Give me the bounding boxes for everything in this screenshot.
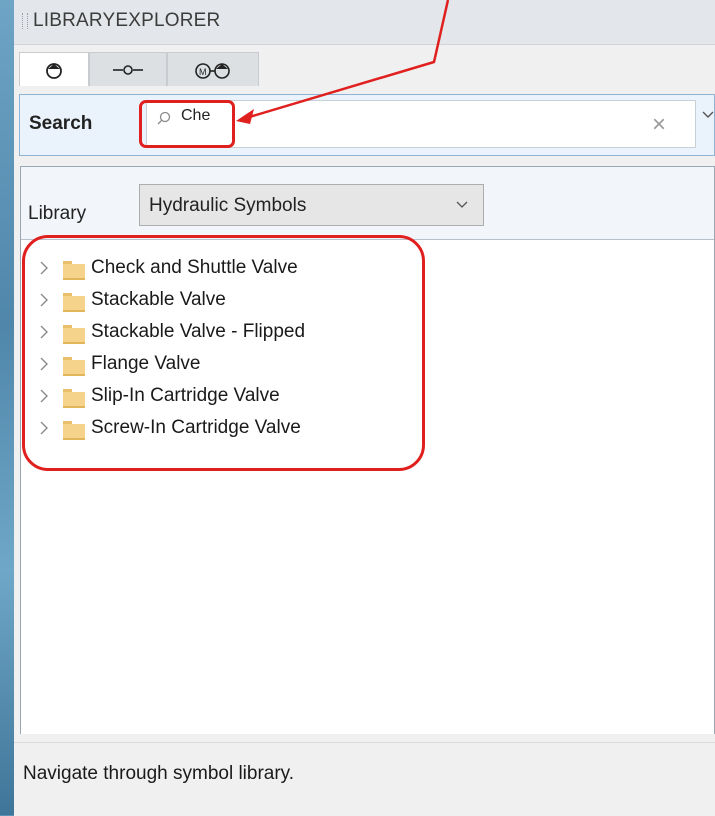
chevron-down-icon[interactable] — [702, 111, 714, 119]
library-select-value: Hydraulic Symbols — [149, 195, 307, 216]
line-connector-icon — [113, 64, 143, 75]
library-select[interactable]: Hydraulic Symbols — [139, 184, 484, 226]
library-label: Library — [28, 203, 87, 224]
search-label: Search — [29, 113, 93, 134]
desktop-background — [0, 0, 14, 815]
panel-titlebar[interactable]: LIBRARYEXPLORER — [14, 0, 715, 45]
motor-pump-icon: M — [195, 62, 230, 79]
search-highlight-annotation — [139, 100, 235, 148]
tab-motor-pump[interactable]: M — [167, 52, 259, 86]
status-text: Navigate through symbol library. — [23, 763, 295, 784]
tab-connectors[interactable] — [89, 52, 167, 86]
svg-text:M: M — [199, 67, 207, 77]
tab-strip: M — [14, 52, 715, 86]
chevron-down-icon — [456, 201, 468, 208]
library-explorer-panel: LIBRARYEXPLORER M Search Che × Library H… — [14, 0, 715, 816]
symbol-icon — [46, 62, 62, 79]
drag-grip-icon[interactable] — [22, 13, 28, 29]
search-bar: Search Che × — [19, 94, 715, 156]
clear-icon[interactable]: × — [652, 113, 666, 137]
panel-title: LIBRARYEXPLORER — [33, 10, 221, 31]
status-bar: Navigate through symbol library. — [14, 742, 715, 816]
tab-symbols[interactable] — [19, 52, 89, 86]
tree-highlight-annotation — [22, 235, 425, 471]
